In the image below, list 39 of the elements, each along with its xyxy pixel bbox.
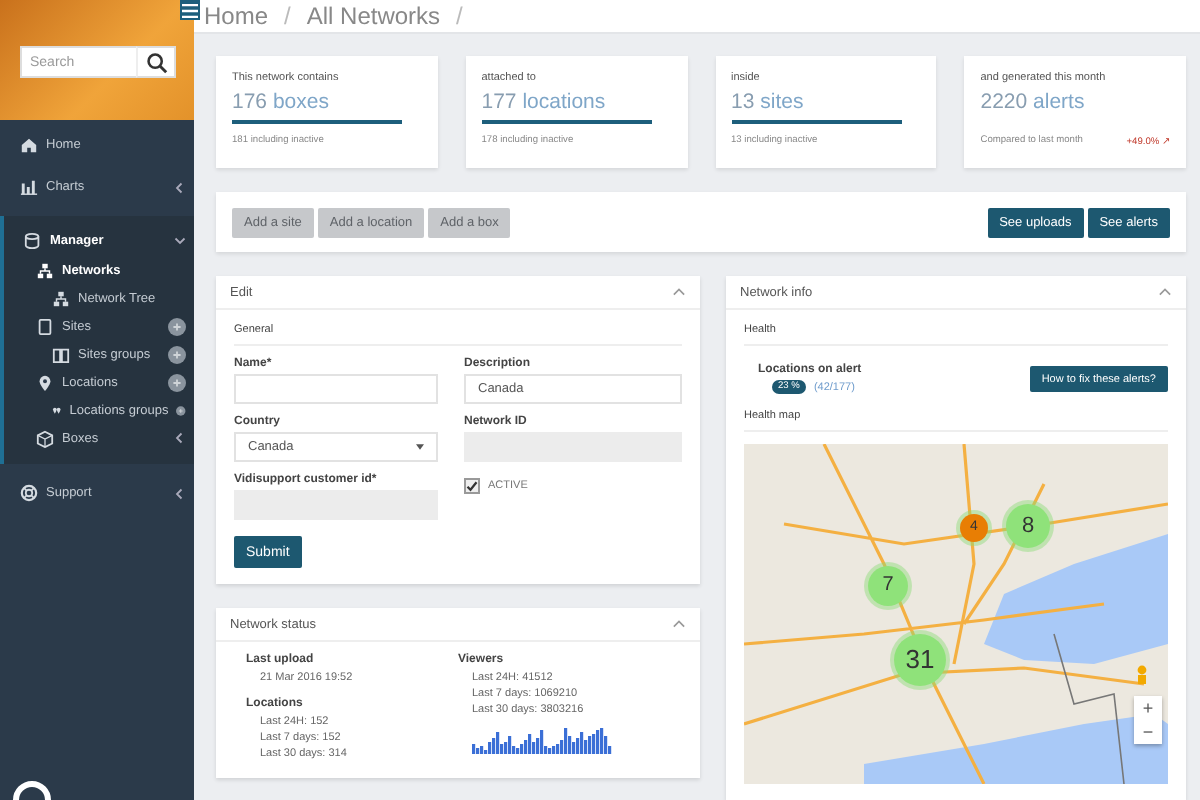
collapse-icon[interactable] — [672, 286, 686, 298]
hierarchy-icon — [52, 289, 70, 307]
add-icon[interactable] — [168, 317, 186, 335]
stat-value: 177 locations — [481, 90, 608, 114]
breadcrumb-separator: / — [284, 2, 291, 30]
breadcrumb-link[interactable]: All Networks — [306, 2, 441, 30]
caret-icon — [174, 234, 186, 246]
input-field[interactable] — [234, 374, 438, 404]
bar-chart-icon — [20, 178, 38, 196]
stat-value: 2220 alerts — [980, 90, 1087, 114]
caret-icon — [174, 181, 186, 193]
hierarchy-icon — [36, 261, 54, 279]
zoom-in-button[interactable]: + — [1134, 696, 1162, 720]
book-icon — [52, 345, 70, 363]
home-icon — [20, 136, 38, 154]
add-icon[interactable] — [176, 401, 186, 419]
checkbox[interactable] — [464, 478, 480, 494]
caret-icon — [174, 487, 186, 499]
circle-logo-icon — [12, 780, 52, 800]
breadcrumb-link[interactable]: Home — [204, 2, 269, 30]
search-icon[interactable] — [145, 51, 167, 73]
pin-icon — [36, 373, 54, 391]
collapse-icon[interactable] — [1158, 286, 1172, 298]
caret-icon — [174, 432, 186, 444]
breadcrumb-separator: / — [456, 2, 463, 30]
collapse-icon[interactable] — [672, 618, 686, 630]
add-icon[interactable] — [168, 373, 186, 391]
stat-value: 13 sites — [731, 90, 806, 114]
database-icon — [24, 231, 42, 249]
stat-value: 176 boxes — [232, 90, 331, 114]
tablet-icon — [36, 317, 54, 335]
caret-icon — [416, 444, 424, 450]
check-icon — [466, 480, 478, 492]
cube-icon — [36, 429, 54, 447]
lifebuoy-icon — [20, 484, 38, 502]
zoom-out-button[interactable]: − — [1134, 720, 1162, 744]
sparkline-bar-chart — [472, 726, 612, 754]
search-button[interactable] — [136, 46, 176, 78]
add-icon[interactable] — [168, 345, 186, 363]
